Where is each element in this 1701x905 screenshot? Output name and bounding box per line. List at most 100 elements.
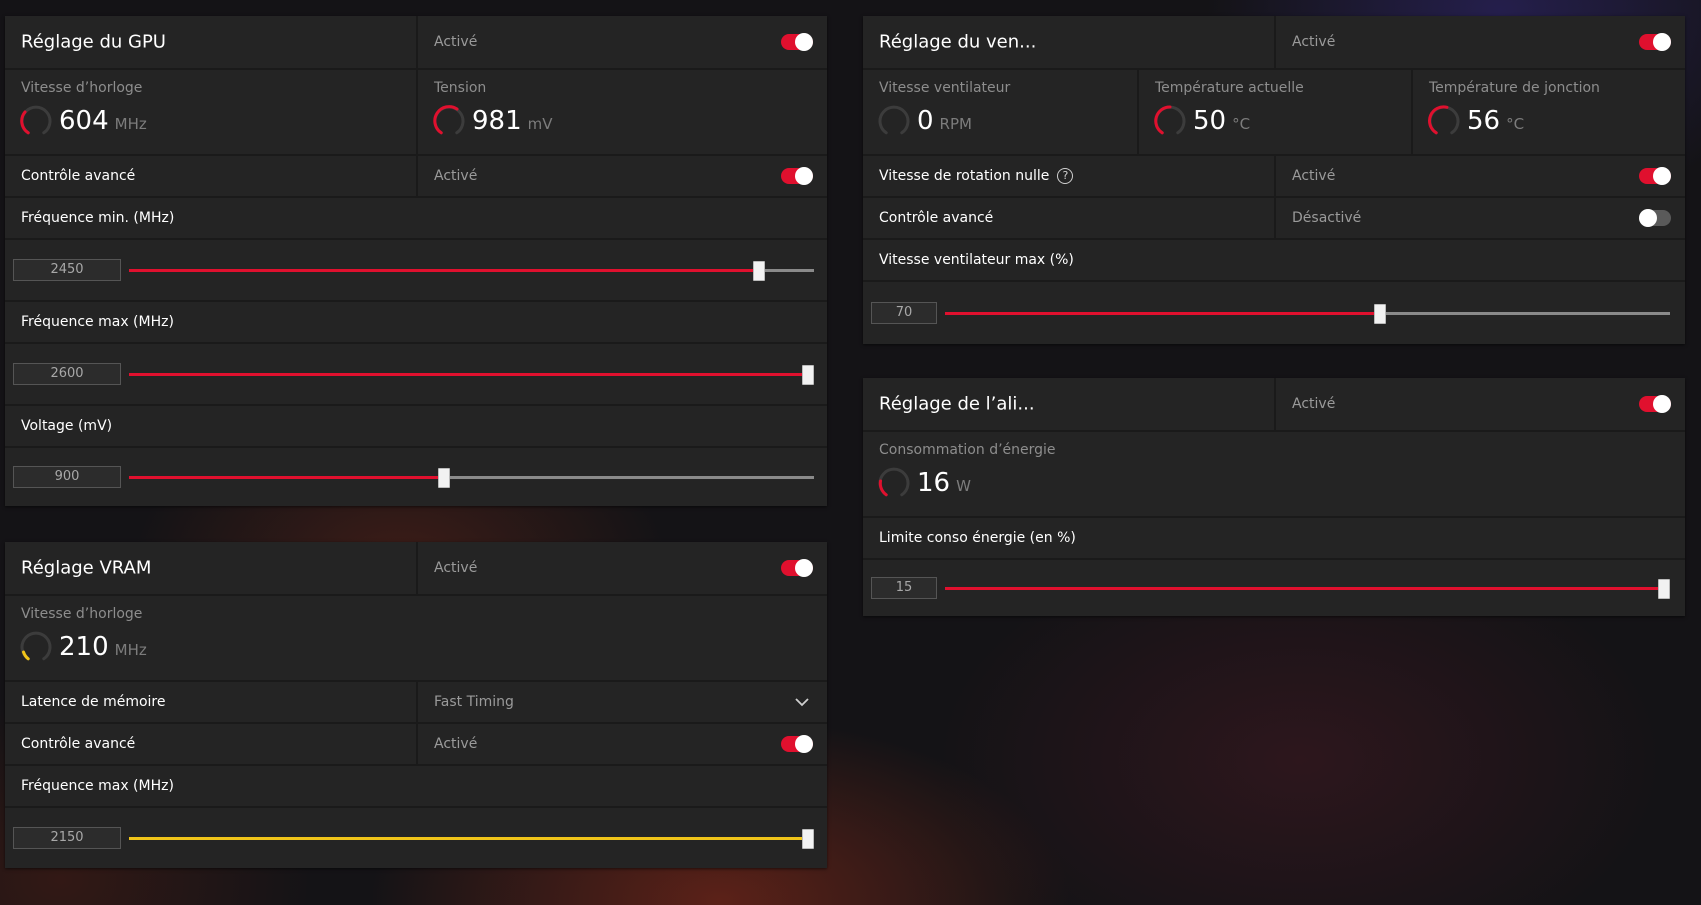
power-consumption-label: Consommation d’énergie bbox=[879, 442, 1056, 458]
slider-fill bbox=[945, 587, 1670, 590]
power-tuning-panel: Réglage de l’ali... Activé Consommation … bbox=[863, 378, 1685, 616]
vram-latency-dropdown[interactable]: Fast Timing bbox=[416, 682, 827, 722]
vram-freq-max-slider-row: 2150 bbox=[5, 806, 827, 868]
slider-thumb[interactable] bbox=[1374, 303, 1386, 324]
current-temp-number: 50 bbox=[1193, 106, 1227, 136]
toggle-knob bbox=[1653, 167, 1671, 185]
fan-speed-number: 0 bbox=[917, 106, 934, 136]
fan-speed-value: 0 RPM bbox=[917, 104, 972, 141]
vram-clock-number: 210 bbox=[59, 632, 109, 662]
chevron-down-icon bbox=[795, 698, 809, 707]
junction-temp-number: 56 bbox=[1467, 106, 1501, 136]
power-limit-slider[interactable] bbox=[945, 578, 1670, 599]
fan-status-label: Activé bbox=[1292, 34, 1336, 50]
gpu-advanced-toggle[interactable] bbox=[781, 167, 813, 185]
gpu-advanced-status: Activé bbox=[434, 168, 478, 184]
vram-advanced-status: Activé bbox=[434, 736, 478, 752]
fan-panel-title: Réglage du ven... bbox=[879, 31, 1037, 53]
vram-freq-max-input[interactable]: 2150 bbox=[13, 827, 121, 849]
slider-thumb[interactable] bbox=[802, 364, 814, 385]
gpu-voltage-value: 981 mV bbox=[472, 104, 553, 141]
fan-advanced-label: Contrôle avancé bbox=[879, 210, 994, 226]
gpu-panel-title: Réglage du GPU bbox=[21, 31, 166, 53]
gpu-clock-value: 604 MHz bbox=[59, 104, 147, 141]
power-limit-input[interactable]: 15 bbox=[871, 577, 937, 599]
gpu-freq-max-input[interactable]: 2600 bbox=[13, 363, 121, 385]
fan-max-speed-input[interactable]: 70 bbox=[871, 302, 937, 324]
slider-thumb[interactable] bbox=[802, 828, 814, 849]
gpu-clock-label: Vitesse d’horloge bbox=[21, 80, 143, 96]
gpu-clock-number: 604 bbox=[59, 106, 109, 136]
toggle-knob bbox=[795, 167, 813, 185]
vram-latency-value: Fast Timing bbox=[434, 694, 514, 710]
toggle-knob bbox=[1639, 209, 1657, 227]
slider-thumb[interactable] bbox=[438, 467, 451, 488]
gpu-voltage-number: 981 bbox=[472, 106, 522, 136]
gpu-voltage-input[interactable]: 900 bbox=[13, 466, 121, 488]
gpu-freq-max-slider-row: 2600 bbox=[5, 342, 827, 404]
slider-thumb[interactable] bbox=[1658, 578, 1670, 599]
current-temp-unit: °C bbox=[1232, 115, 1251, 133]
toggle-knob bbox=[795, 33, 813, 51]
gpu-tuning-panel: Réglage du GPU Activé Vitesse d’horloge … bbox=[5, 16, 827, 506]
fan-tuning-panel: Réglage du ven... Activé Vitesse ventila… bbox=[863, 16, 1685, 344]
gpu-advanced-row: Contrôle avancé Activé bbox=[5, 154, 827, 196]
gpu-voltage-slider-label: Voltage (mV) bbox=[21, 418, 113, 434]
vram-freq-max-label: Fréquence max (MHz) bbox=[21, 778, 174, 794]
slider-fill bbox=[129, 837, 814, 840]
gpu-freq-max-slider[interactable] bbox=[129, 364, 814, 385]
vram-tuning-panel: Réglage VRAM Activé Vitesse d’horloge 21… bbox=[5, 542, 827, 868]
slider-fill bbox=[945, 312, 1380, 315]
slider-fill bbox=[129, 269, 760, 272]
zero-rpm-toggle[interactable] bbox=[1639, 167, 1671, 185]
gpu-freq-min-label-row: Fréquence min. (MHz) bbox=[5, 196, 827, 238]
vram-freq-max-label-row: Fréquence max (MHz) bbox=[5, 764, 827, 806]
current-temp-value: 50 °C bbox=[1193, 104, 1250, 141]
gpu-freq-max-label: Fréquence max (MHz) bbox=[21, 314, 174, 330]
toggle-knob bbox=[1653, 395, 1671, 413]
gpu-voltage-unit: mV bbox=[527, 115, 553, 133]
vram-advanced-toggle[interactable] bbox=[781, 735, 813, 753]
fan-speed-label: Vitesse ventilateur bbox=[879, 80, 1011, 96]
gpu-tuning-toggle[interactable] bbox=[781, 33, 813, 51]
gpu-voltage-label: Tension bbox=[434, 80, 487, 96]
vram-freq-max-slider[interactable] bbox=[129, 828, 814, 849]
gpu-voltage-slider-row: 900 bbox=[5, 446, 827, 506]
vram-clock-label: Vitesse d’horloge bbox=[21, 606, 143, 622]
power-consumption-gauge-icon bbox=[878, 467, 910, 497]
power-limit-label: Limite conso énergie (en %) bbox=[879, 530, 1076, 546]
vram-advanced-row: Contrôle avancé Activé bbox=[5, 722, 827, 764]
gpu-freq-min-input[interactable]: 2450 bbox=[13, 259, 121, 281]
power-tuning-toggle[interactable] bbox=[1639, 395, 1671, 413]
gpu-clock-unit: MHz bbox=[114, 115, 147, 133]
vram-latency-label: Latence de mémoire bbox=[21, 694, 166, 710]
vram-tuning-toggle[interactable] bbox=[781, 559, 813, 577]
help-icon[interactable]: ? bbox=[1057, 168, 1074, 184]
power-metrics-row: Consommation d’énergie 16 W bbox=[863, 430, 1685, 516]
zero-rpm-label: Vitesse de rotation nulle bbox=[879, 168, 1050, 184]
power-consumption-number: 16 bbox=[917, 468, 951, 498]
toggle-knob bbox=[1653, 33, 1671, 51]
fan-max-speed-label: Vitesse ventilateur max (%) bbox=[879, 252, 1074, 268]
slider-thumb[interactable] bbox=[753, 260, 766, 281]
fan-max-speed-label-row: Vitesse ventilateur max (%) bbox=[863, 238, 1685, 280]
vram-header-row: Réglage VRAM Activé bbox=[5, 542, 827, 594]
gpu-metrics-row: Vitesse d’horloge 604 MHz Tension 981 mV bbox=[5, 68, 827, 154]
fan-advanced-toggle[interactable] bbox=[1639, 209, 1671, 227]
slider-fill bbox=[129, 476, 445, 479]
fan-tuning-toggle[interactable] bbox=[1639, 33, 1671, 51]
vram-clock-gauge-icon bbox=[20, 631, 52, 661]
vram-latency-row: Latence de mémoire Fast Timing bbox=[5, 680, 827, 722]
gpu-clock-gauge-icon bbox=[20, 105, 52, 135]
gpu-voltage-slider[interactable] bbox=[129, 467, 814, 488]
fan-header-row: Réglage du ven... Activé bbox=[863, 16, 1685, 68]
gpu-freq-min-label: Fréquence min. (MHz) bbox=[21, 210, 175, 226]
fan-advanced-status: Désactivé bbox=[1292, 210, 1362, 226]
power-limit-slider-row: 15 bbox=[863, 558, 1685, 616]
fan-speed-gauge-icon bbox=[878, 105, 910, 135]
gpu-advanced-label: Contrôle avancé bbox=[21, 168, 136, 184]
power-status-label: Activé bbox=[1292, 396, 1336, 412]
gpu-freq-min-slider[interactable] bbox=[129, 260, 814, 281]
fan-max-speed-slider[interactable] bbox=[945, 303, 1670, 324]
vram-status-label: Activé bbox=[434, 560, 478, 576]
